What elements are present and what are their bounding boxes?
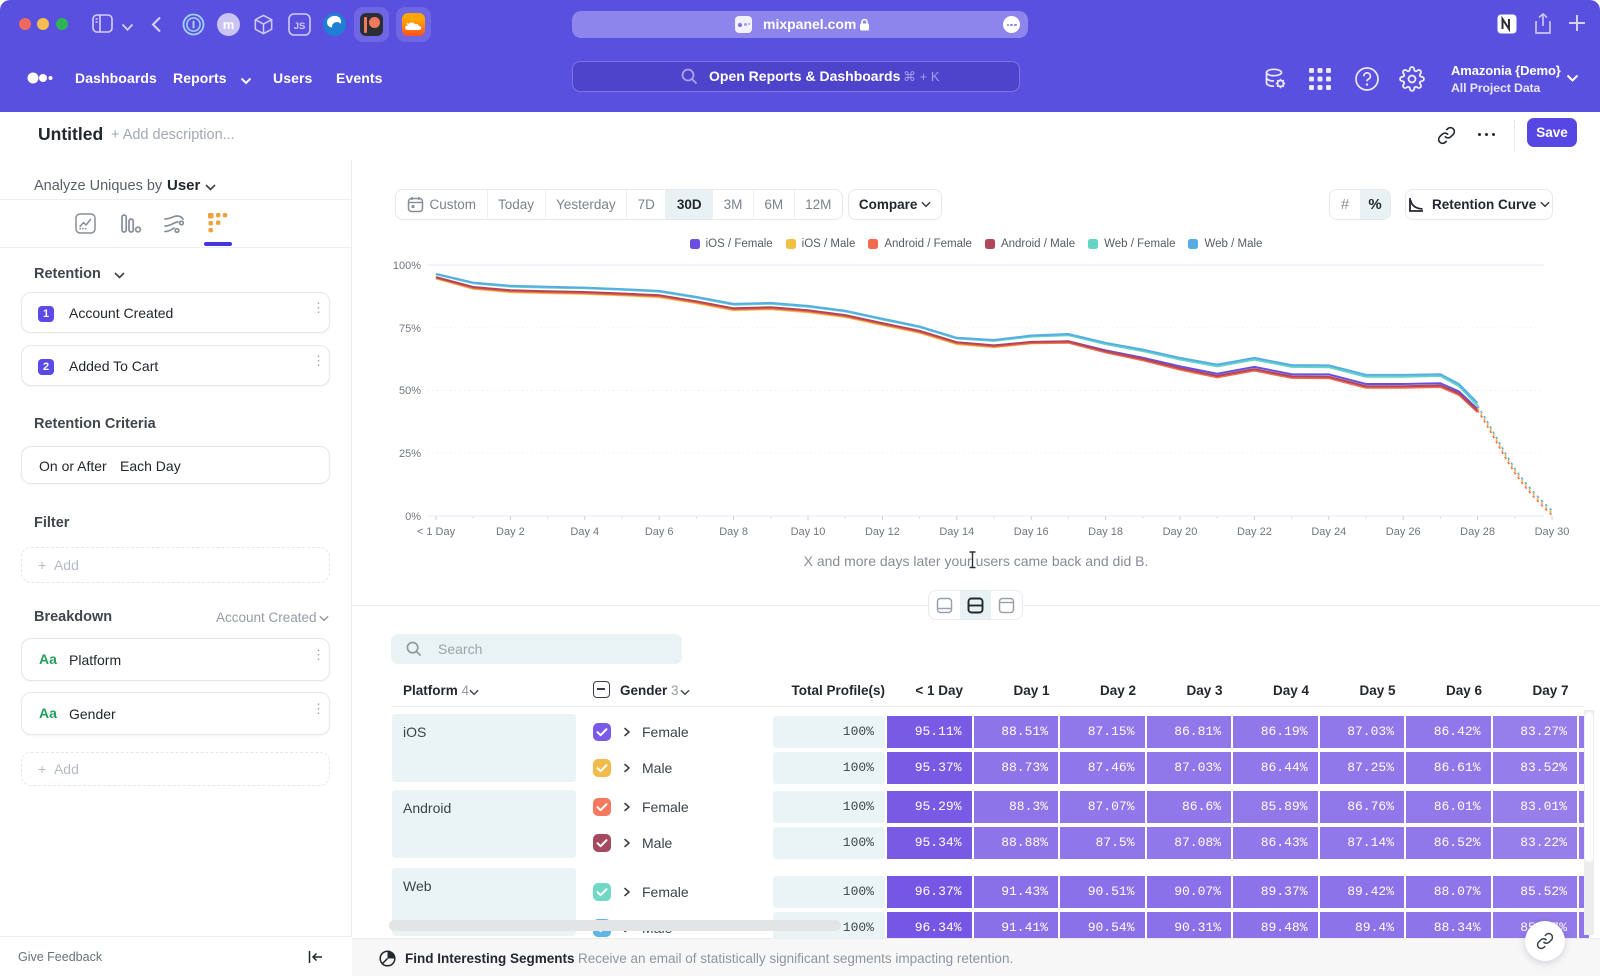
svg-text:Day 30: Day 30 — [1535, 526, 1570, 538]
svg-text:Day 10: Day 10 — [791, 526, 826, 538]
svg-text:Day 24: Day 24 — [1311, 526, 1346, 538]
svg-text:25%: 25% — [399, 448, 421, 460]
svg-text:Day 22: Day 22 — [1237, 526, 1272, 538]
svg-text:Day 2: Day 2 — [496, 526, 525, 538]
svg-text:Day 18: Day 18 — [1088, 526, 1123, 538]
svg-text:< 1 Day: < 1 Day — [417, 526, 456, 538]
svg-text:100%: 100% — [393, 260, 421, 272]
svg-text:Day 20: Day 20 — [1163, 526, 1198, 538]
svg-text:Day 26: Day 26 — [1386, 526, 1421, 538]
svg-text:Day 4: Day 4 — [570, 526, 599, 538]
svg-text:Day 8: Day 8 — [719, 526, 748, 538]
svg-text:Day 14: Day 14 — [939, 526, 974, 538]
svg-text:0%: 0% — [405, 511, 421, 523]
svg-text:50%: 50% — [399, 385, 421, 397]
svg-text:Day 28: Day 28 — [1460, 526, 1495, 538]
svg-text:75%: 75% — [399, 323, 421, 335]
svg-text:Day 12: Day 12 — [865, 526, 900, 538]
svg-text:Day 6: Day 6 — [645, 526, 674, 538]
svg-text:Day 16: Day 16 — [1014, 526, 1049, 538]
